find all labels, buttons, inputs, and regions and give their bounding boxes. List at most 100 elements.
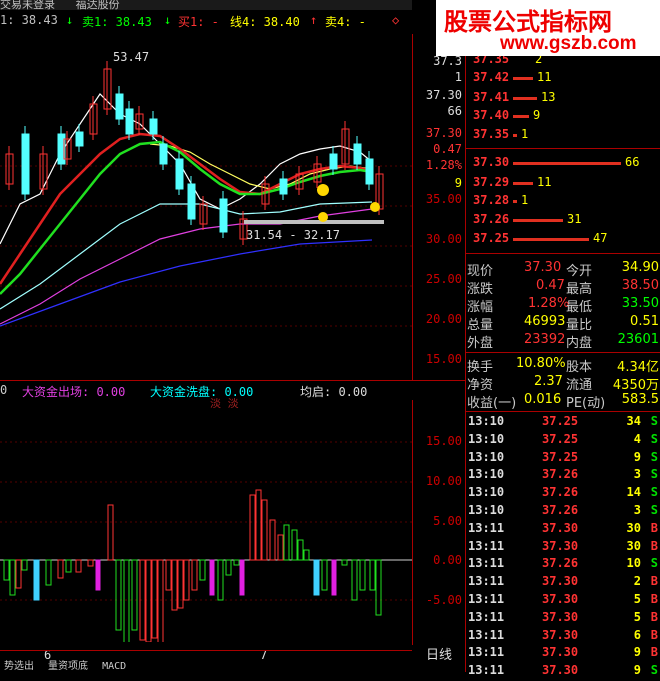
- candle: [365, 158, 374, 185]
- ask-vol: 13: [541, 90, 556, 104]
- stat-value: 4.34亿: [617, 360, 659, 375]
- scale-label-2: 37.30: [425, 88, 462, 102]
- book-divider: [466, 148, 660, 149]
- down-arrow-icon: ↓: [66, 13, 74, 27]
- range-label: 31.54 - 32.17: [246, 228, 340, 242]
- stat-value: 10.80%: [516, 356, 566, 371]
- trade-time: 13:11: [468, 627, 505, 642]
- smile-icon: [317, 184, 329, 196]
- bid-row-2[interactable]: 37.28 1: [471, 193, 660, 209]
- bid-row-4[interactable]: 37.25 47: [471, 231, 660, 247]
- trade-volume: 3: [633, 467, 641, 482]
- ma-line: [0, 239, 373, 327]
- indicator-bar: [291, 529, 298, 561]
- candlestick-chart[interactable]: [0, 34, 412, 380]
- ind-scale-1: 10.00: [425, 474, 462, 488]
- bid-row-0[interactable]: 37.30 66: [471, 155, 660, 171]
- trade-volume: 9: [633, 645, 641, 660]
- stat-value: 33.50: [621, 296, 659, 311]
- trade-row: 13:11 37.30 30 B: [466, 539, 660, 557]
- trade-row: 13:11 37.30 9 S: [466, 663, 660, 681]
- trade-row: 13:11 37.30 5 B: [466, 610, 660, 628]
- trade-volume: 30: [626, 520, 641, 535]
- bid-row-3[interactable]: 37.26 31: [471, 212, 660, 228]
- stat-value: 38.50: [621, 278, 659, 293]
- trade-side: B: [650, 592, 658, 606]
- avg-start: 均启: 0.00: [300, 385, 368, 399]
- trade-side: S: [650, 414, 658, 428]
- indicator-bar: [255, 489, 262, 561]
- stat-row: 外盘 23392 内盘 23601: [466, 332, 660, 351]
- ind-scale-2: 5.00: [433, 514, 462, 528]
- trade-price: 37.26: [542, 467, 579, 482]
- stat-row: 涨幅 1.28% 最低 33.50: [466, 296, 660, 315]
- trade-side: B: [650, 520, 658, 535]
- ask-bar: [513, 134, 517, 137]
- trade-price: 37.25: [542, 449, 579, 464]
- scale-label-12: 15.00: [425, 352, 462, 366]
- stat-label: 量比: [566, 318, 593, 333]
- stat-label: 涨跌: [467, 282, 494, 297]
- scale-label-9: 30.00: [425, 232, 462, 246]
- tab-2[interactable]: MACD: [98, 661, 130, 672]
- bid-row-1[interactable]: 37.29 11: [471, 175, 660, 191]
- stat-value: 23392: [524, 332, 566, 347]
- stat-label: 今开: [566, 264, 593, 279]
- scale-label-0: 37.3: [433, 54, 462, 68]
- support-line: [244, 220, 384, 224]
- trade-row: 13:10 37.25 34 S: [466, 414, 660, 432]
- indicator-bar: [199, 559, 206, 581]
- ask-row-3[interactable]: 37.40 9: [471, 108, 660, 124]
- trade-price: 37.30: [542, 663, 579, 678]
- trade-price: 37.30: [542, 609, 579, 624]
- indicator-chart[interactable]: [0, 402, 412, 642]
- ind-scale-0: 15.00: [425, 434, 462, 448]
- diamond-icon[interactable]: ◇: [392, 13, 399, 27]
- trade-side: S: [650, 431, 658, 446]
- indicator-bar: [191, 559, 198, 591]
- trade-volume: 2: [633, 574, 641, 589]
- trade-row: 13:10 37.26 3 S: [466, 503, 660, 521]
- ask-row-1[interactable]: 37.42 11: [471, 70, 660, 86]
- stat-value: 0.51: [630, 314, 659, 329]
- trade-row: 13:10 37.25 4 S: [466, 432, 660, 450]
- up-arrow-icon: ↑: [310, 13, 318, 27]
- trade-price: 37.26: [542, 556, 579, 571]
- candle: [219, 198, 228, 233]
- trade-volume: 14: [626, 485, 641, 500]
- scale-label-4: 37.30: [425, 126, 462, 140]
- ask-row-4[interactable]: 37.35 1: [471, 127, 660, 143]
- stats-divider: [466, 253, 660, 254]
- trade-volume: 5: [633, 592, 641, 606]
- indicator-bar: [239, 559, 245, 596]
- period-daily-button[interactable]: 日线: [414, 645, 464, 667]
- stat-label: 涨幅: [467, 300, 494, 315]
- login-status[interactable]: 交易未登录: [0, 0, 55, 10]
- indicator-bar: [321, 559, 328, 591]
- ask-price: 37.41: [473, 90, 510, 104]
- tab-1[interactable]: 量资项底: [44, 657, 92, 672]
- trade-time: 13:11: [468, 538, 505, 553]
- brand-title: 股票公式指标网: [444, 8, 612, 36]
- indicator-bar: [313, 559, 320, 596]
- trade-price: 37.30: [542, 574, 579, 589]
- ask-row-2[interactable]: 37.41 13: [471, 90, 660, 106]
- trade-side: B: [650, 609, 658, 624]
- scale-label-11: 20.00: [425, 312, 462, 326]
- brand-url: www.gszb.com: [500, 33, 637, 54]
- scale-label-3: 66: [447, 104, 462, 118]
- stat-value: 583.5: [621, 392, 659, 407]
- bid-vol: 47: [593, 231, 608, 245]
- scale-label-8: 35.00: [425, 192, 462, 206]
- bid-price: 37.25: [473, 231, 510, 245]
- indicator-bar: [151, 559, 158, 639]
- candle: [159, 143, 168, 165]
- trade-time: 13:10: [468, 431, 505, 446]
- bid-price: 37.29: [473, 175, 510, 189]
- trade-row: 13:11 37.30 5 B: [466, 592, 660, 610]
- indicator-bar: [15, 559, 22, 589]
- trade-list: 13:10 37.25 34 S 13:10 37.25 4 S 13:10 37.25 9 S 13:…: [466, 414, 660, 677]
- stock-name: 福达股份: [75, 0, 120, 10]
- tab-0[interactable]: 势选出: [0, 657, 38, 672]
- trade-side: S: [650, 449, 658, 464]
